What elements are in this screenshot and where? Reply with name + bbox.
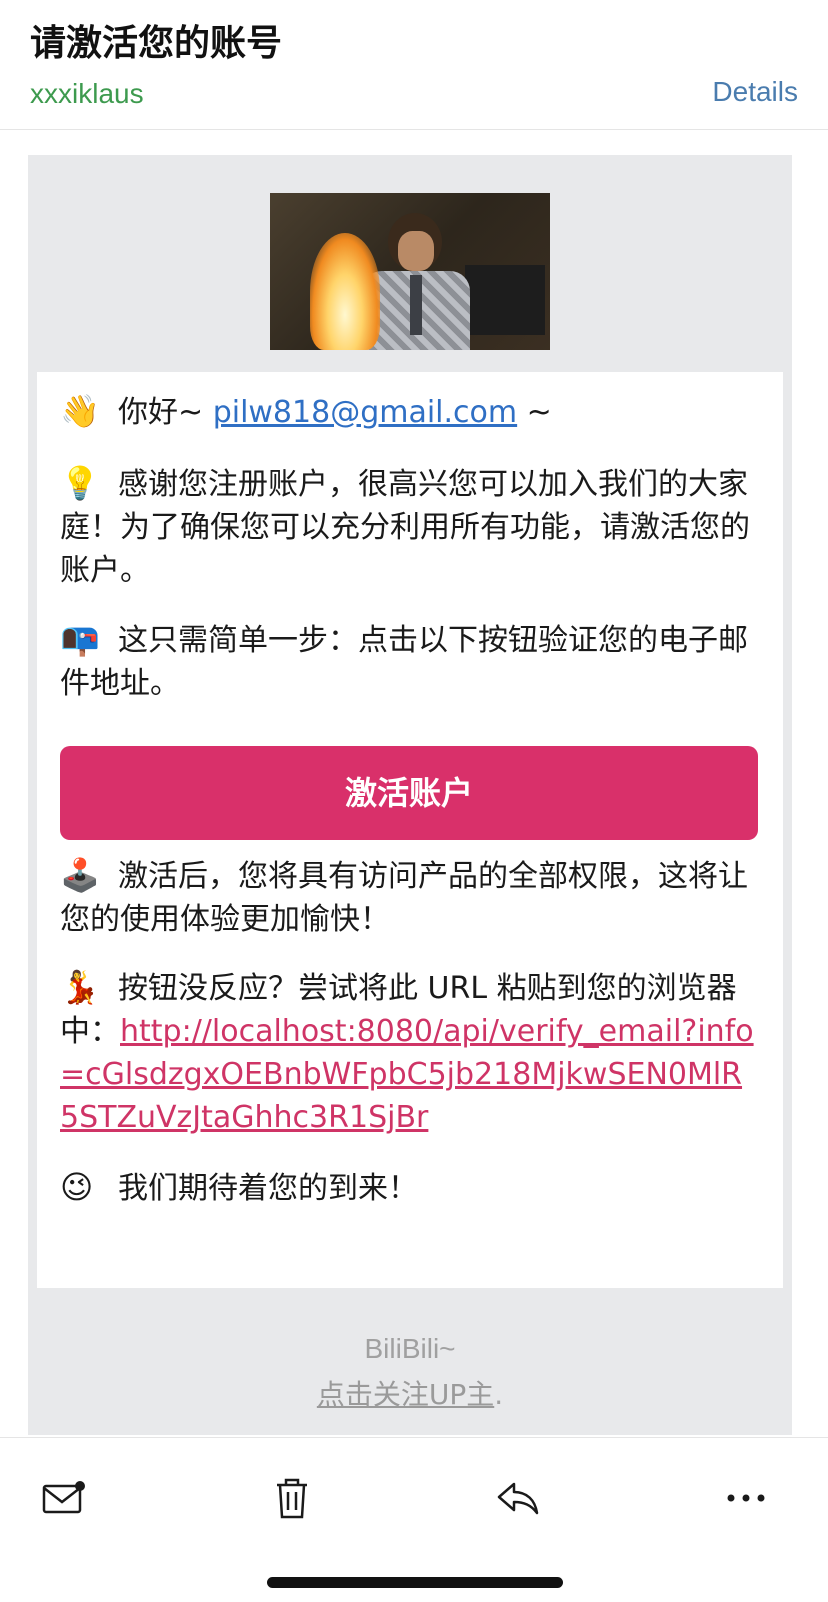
- after-activation-paragraph: 🕹️ 激活后，您将具有访问产品的全部权限，这将让您的使用体验更加愉快！: [60, 854, 760, 941]
- thanks-text: 感谢您注册账户，很高兴您可以加入我们的大家庭！为了确保您可以充分利用所有功能，请…: [60, 467, 750, 588]
- footer-follow-line: 点击关注UP主.: [0, 1373, 820, 1413]
- greeting-line: 👋 你好~ pilw818@gmail.com ~: [60, 390, 760, 434]
- email-view: 请激活您的账号 xxxiklaus Details 👋 你好~ pilw818@g…: [0, 0, 828, 1602]
- details-link[interactable]: Details: [712, 76, 798, 108]
- after-text: 激活后，您将具有访问产品的全部权限，这将让您的使用体验更加愉快！: [60, 859, 748, 937]
- reply-icon[interactable]: [488, 1468, 548, 1528]
- email-subject: 请激活您的账号: [30, 23, 283, 64]
- trash-icon[interactable]: [262, 1468, 322, 1528]
- dancer-icon: 💃: [60, 968, 100, 1006]
- fallback-paragraph: 💃 按钮没反应？尝试将此 URL 粘贴到您的浏览器中：http://localho…: [60, 966, 760, 1139]
- footer-brand: BiliBili~: [364, 1333, 456, 1364]
- activate-account-button[interactable]: 激活账户: [60, 746, 758, 840]
- closing-text: 我们期待着您的到来！: [118, 1171, 418, 1206]
- thanks-paragraph: 💡 感谢您注册账户，很高兴您可以加入我们的大家庭！为了确保您可以充分利用所有功能，…: [60, 462, 760, 592]
- sender-name[interactable]: xxxiklaus: [30, 78, 144, 110]
- recipient-email-link[interactable]: pilw818@gmail.com: [213, 395, 517, 430]
- follow-up-link[interactable]: 点击关注UP主: [317, 1378, 494, 1411]
- hero-gif-image: [270, 193, 550, 350]
- greeting-prefix: 你好~: [118, 395, 213, 430]
- step-text: 这只需简单一步：点击以下按钮验证您的电子邮件地址。: [60, 623, 748, 701]
- winking-face-icon: 😉: [60, 1168, 94, 1206]
- more-icon[interactable]: [716, 1468, 776, 1528]
- greeting-suffix: ~: [517, 395, 552, 430]
- mailbox-icon: 📭: [60, 620, 100, 658]
- joystick-icon: 🕹️: [60, 856, 100, 894]
- step-paragraph: 📭 这只需简单一步：点击以下按钮验证您的电子邮件地址。: [60, 618, 760, 705]
- verify-url-link[interactable]: http://localhost:8080/api/verify_email?i…: [60, 1014, 754, 1135]
- mail-unread-icon[interactable]: [34, 1468, 94, 1528]
- light-bulb-icon: 💡: [60, 464, 100, 502]
- closing-line: 😉 我们期待着您的到来！: [60, 1166, 760, 1210]
- waving-hand-icon: 👋: [60, 392, 100, 430]
- follow-suffix: .: [494, 1378, 504, 1411]
- email-header: 请激活您的账号 xxxiklaus Details: [0, 0, 828, 130]
- home-indicator[interactable]: [267, 1577, 563, 1588]
